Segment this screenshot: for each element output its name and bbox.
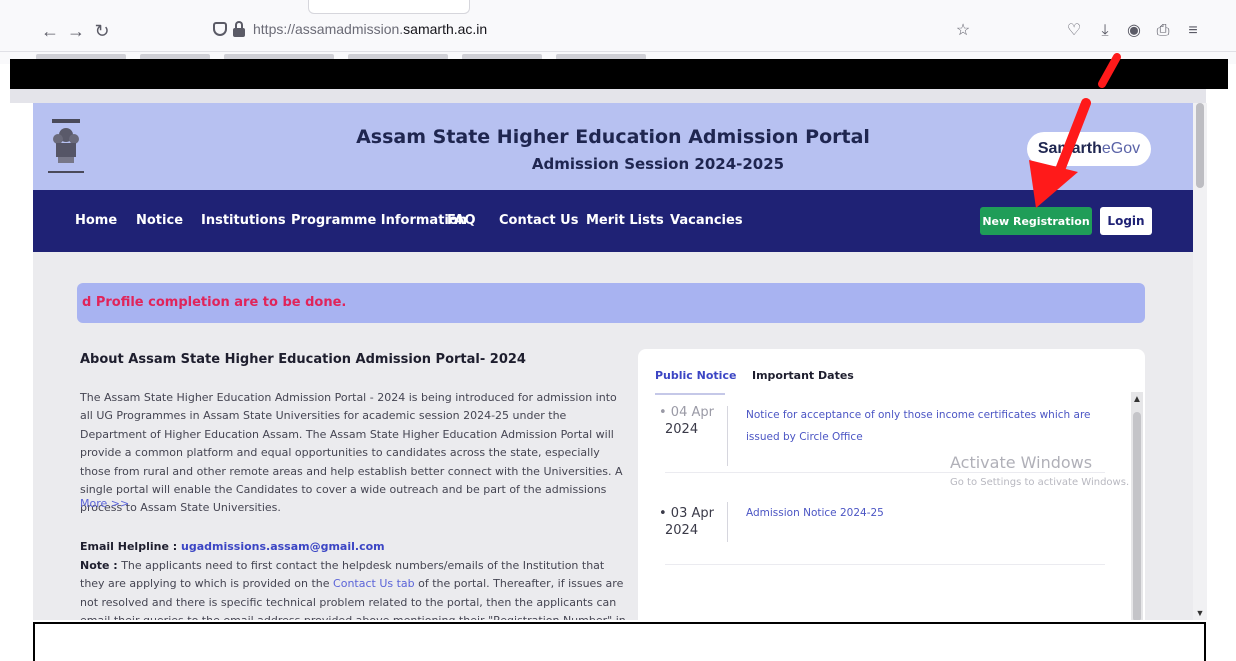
email-helpline: Email Helpline : ugadmissions.assam@gmai… — [80, 540, 385, 553]
reload-icon[interactable]: ↻ — [92, 20, 112, 42]
notice-separator — [727, 502, 728, 542]
tab-important-dates[interactable]: Important Dates — [752, 369, 854, 382]
notice-item-link[interactable]: Notice for acceptance of only those inco… — [746, 404, 1116, 448]
page-scrollbar[interactable]: ▼ — [1193, 103, 1207, 620]
logo-text-egov: eGov — [1101, 140, 1141, 157]
session-text: Admission Session 2024-2025 — [531, 155, 785, 173]
new-registration-button[interactable]: New Registration — [980, 207, 1092, 235]
helpdesk-note: Note : The applicants need to first cont… — [80, 557, 630, 620]
tab-public-notice[interactable]: Public Notice — [655, 369, 736, 382]
active-tab-indicator — [655, 393, 725, 395]
url-prefix: https://assamadmission. — [253, 21, 404, 37]
about-title: About Assam State Higher Education Admis… — [80, 352, 526, 367]
nav-vacancies[interactable]: Vacancies — [670, 213, 743, 228]
alert-banner: d Profile completion are to be done. — [77, 283, 1145, 323]
contact-us-tab-link[interactable]: Contact Us tab — [333, 577, 415, 590]
nav-contact-us[interactable]: Contact Us — [499, 213, 578, 228]
nav-merit-lists[interactable]: Merit Lists — [586, 213, 664, 228]
helpline-email-link[interactable]: ugadmissions.assam@gmail.com — [181, 540, 385, 553]
notice-date-year: 2024 — [665, 523, 699, 538]
notice-date-year: 2024 — [665, 422, 699, 437]
login-button[interactable]: Login — [1100, 207, 1152, 235]
notice-divider — [665, 564, 1105, 565]
more-link[interactable]: More >> — [80, 497, 129, 510]
portal-header: Assam State Higher Education Admission P… — [33, 103, 1193, 190]
about-text: The Assam State Higher Education Admissi… — [80, 391, 623, 515]
notice-divider — [665, 472, 1105, 473]
nav-programme-information[interactable]: Programme Information — [291, 213, 467, 228]
notice-date-day: • 03 Apr — [659, 506, 714, 521]
session-label: Admission Session 2024-2025 — [33, 155, 1193, 173]
nav-notice[interactable]: Notice — [136, 213, 183, 228]
menu-icon[interactable]: ≡ — [1183, 20, 1203, 42]
notice-scrollbar[interactable]: ▲ — [1131, 392, 1143, 620]
alert-text: d Profile completion are to be done. — [82, 295, 347, 310]
activate-windows-title: Activate Windows — [950, 453, 1093, 472]
screenshot-root: ← → ↻ https://assamadmission.samarth.ac.… — [0, 0, 1236, 661]
nav-institutions[interactable]: Institutions — [201, 213, 286, 228]
samarth-logo: Samarth eGov — [1027, 132, 1151, 166]
portal-title: Assam State Higher Education Admission P… — [356, 126, 870, 148]
forward-icon[interactable]: → — [66, 20, 86, 42]
nav-faq[interactable]: FAQ — [447, 213, 476, 228]
extensions-icon[interactable]: ⎙ — [1153, 20, 1173, 42]
logo-text-samarth: Samarth — [1037, 140, 1102, 157]
notice-date-day: • 04 Apr — [659, 405, 714, 420]
helpline-label: Email Helpline : — [80, 540, 181, 553]
browser-tab[interactable] — [308, 0, 470, 14]
url-domain: samarth.ac.in — [403, 21, 488, 37]
bookmark-star-icon[interactable]: ☆ — [953, 20, 973, 42]
scroll-down-icon[interactable]: ▼ — [1193, 608, 1207, 618]
notice-separator — [727, 406, 728, 466]
top-links-strip — [10, 89, 1206, 103]
bottom-frame — [33, 622, 1206, 661]
note-label: Note : — [80, 559, 118, 572]
page-scrollbar-thumb[interactable] — [1196, 103, 1204, 188]
download-icon[interactable]: ⤓ — [1095, 20, 1115, 42]
address-bar[interactable]: https://assamadmission.samarth.ac.in — [253, 21, 487, 37]
portal-page: Assam State Higher Education Admission P… — [33, 103, 1193, 620]
scrollbar-thumb[interactable] — [1133, 412, 1141, 620]
account-icon[interactable]: ◉ — [1124, 20, 1144, 42]
redaction-bar — [10, 59, 1228, 89]
notice-item-link[interactable]: Admission Notice 2024-25 — [746, 502, 1116, 524]
pocket-icon[interactable]: ♡ — [1064, 20, 1084, 42]
tracking-shield-icon[interactable] — [213, 22, 227, 36]
browser-toolbar: ← → ↻ https://assamadmission.samarth.ac.… — [0, 0, 1236, 52]
nav-home[interactable]: Home — [75, 213, 117, 228]
notice-list[interactable]: • 04 Apr 2024 Notice for acceptance of o… — [655, 402, 1131, 620]
back-icon[interactable]: ← — [40, 20, 60, 42]
scroll-up-icon[interactable]: ▲ — [1131, 394, 1143, 405]
activate-windows-subtitle: Go to Settings to activate Windows. — [950, 477, 1130, 488]
lock-icon[interactable] — [233, 21, 245, 37]
